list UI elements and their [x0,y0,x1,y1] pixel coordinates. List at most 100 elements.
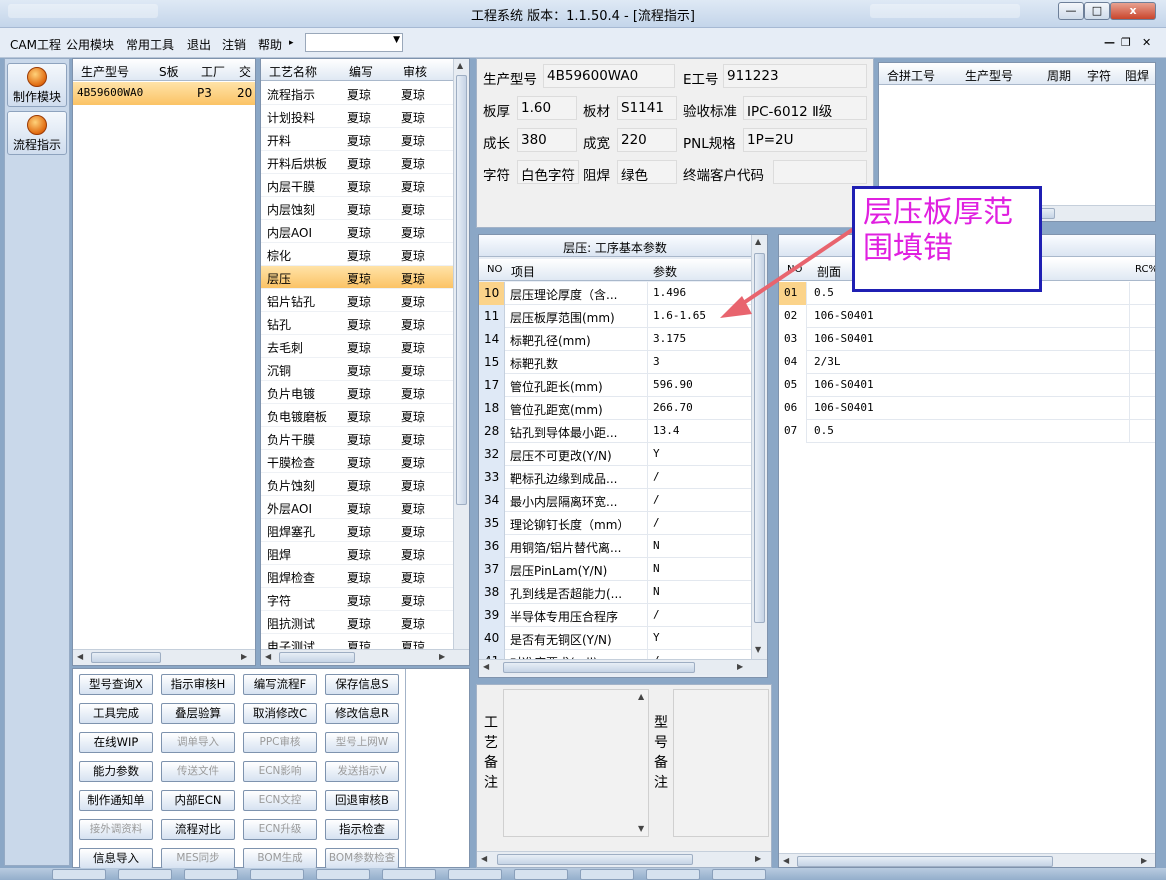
process-note-field[interactable]: ▲ ▼ [503,689,649,837]
process-row[interactable]: 字符 夏琼 夏琼 [261,588,453,611]
process-row[interactable]: 开料 夏琼 夏琼 [261,128,453,151]
action-button[interactable]: 内部ECN [161,790,235,811]
stackup-col-rc[interactable]: RC% [1135,264,1155,275]
process-row[interactable]: 干膜检查 夏琼 夏琼 [261,450,453,473]
scroll-right-icon[interactable]: ▶ [737,662,743,671]
param-row[interactable]: 28 钻孔到导体最小距... 13.4 [479,420,751,443]
menu-public[interactable]: 公用模块 [66,36,114,53]
param-row[interactable]: 34 最小内层隔离环宽... / [479,489,751,512]
param-value[interactable]: / [653,493,660,506]
action-button[interactable]: MES同步 [161,848,235,869]
param-row[interactable]: 11 层压板厚范围(mm) 1.6-1.65 [479,305,751,328]
merge-col-cycle[interactable]: 周期 [1047,67,1071,84]
param-value[interactable]: / [653,470,660,483]
action-button[interactable]: 保存信息S [325,674,399,695]
taskbar-item[interactable] [184,869,238,880]
scroll-down-icon[interactable]: ▼ [755,645,761,654]
action-button[interactable]: 编写流程F [243,674,317,695]
length-field[interactable]: 380 [517,128,577,152]
process-col-name[interactable]: 工艺名称 [269,63,317,80]
orders-row[interactable]: 4B59600WA0 P3 20 [73,82,255,105]
mdi-restore-button[interactable]: ❐ [1121,36,1131,49]
action-button[interactable]: BOM参数检查 [325,848,399,869]
action-button[interactable]: 在线WIP [79,732,153,753]
taskbar-item[interactable] [646,869,700,880]
customer-code-field[interactable] [773,160,867,184]
flow-indicator-button[interactable]: 流程指示 [7,111,67,155]
stackup-hscroll-thumb[interactable] [797,856,1053,867]
process-row[interactable]: 开料后烘板 夏琼 夏琼 [261,151,453,174]
action-button[interactable]: 流程对比 [161,819,235,840]
action-button[interactable]: BOM生成 [243,848,317,869]
process-row[interactable]: 去毛刺 夏琼 夏琼 [261,335,453,358]
process-col-reviewer[interactable]: 审核 [403,63,427,80]
action-button[interactable]: 修改信息R [325,703,399,724]
stackup-row[interactable]: 06 106-S0401 [779,397,1155,420]
param-row[interactable]: 33 靶标孔边缘到成品... / [479,466,751,489]
param-value[interactable]: 13.4 [653,424,680,437]
scroll-right-icon[interactable]: ▶ [755,854,761,863]
orders-hscroll-thumb[interactable] [91,652,161,663]
make-module-button[interactable]: 制作模块 [7,63,67,107]
model-field[interactable]: 4B59600WA0 [543,64,675,88]
process-hscroll-thumb[interactable] [279,652,355,663]
params-hscroll-thumb[interactable] [503,662,695,673]
toolbar-combo[interactable]: ▼ [305,33,403,52]
taskbar-item[interactable] [382,869,436,880]
scroll-up-icon[interactable]: ▲ [457,61,463,70]
process-row[interactable]: 负片蚀刻 夏琼 夏琼 [261,473,453,496]
taskbar-item[interactable] [118,869,172,880]
process-row[interactable]: 外层AOI 夏琼 夏琼 [261,496,453,519]
process-row[interactable]: 阻焊 夏琼 夏琼 [261,542,453,565]
params-col-value[interactable]: 参数 [653,263,677,280]
standard-field[interactable]: IPC-6012 Ⅱ级 [743,96,867,120]
action-button[interactable]: ECN影响 [243,761,317,782]
merge-col-model[interactable]: 生产型号 [965,67,1013,84]
stackup-col-profile[interactable]: 剖面 [817,263,841,280]
param-row[interactable]: 18 管位孔距宽(mm) 266.70 [479,397,751,420]
pnl-field[interactable]: 1P=2U [743,128,867,152]
action-button[interactable]: 信息导入 [79,848,153,869]
merge-col-character[interactable]: 字符 [1087,67,1111,84]
thickness-field[interactable]: 1.60 [517,96,577,120]
param-row[interactable]: 35 理论铆钉长度（mm） / [479,512,751,535]
minimize-button[interactable]: — [1058,2,1084,20]
process-row[interactable]: 负片干膜 夏琼 夏琼 [261,427,453,450]
action-button[interactable]: 叠层验算 [161,703,235,724]
process-row[interactable]: 铝片钻孔 夏琼 夏琼 [261,289,453,312]
orders-hscroll[interactable]: ◀ ▶ [73,649,255,665]
orders-col-due[interactable]: 交 [239,63,251,80]
param-row[interactable]: 14 标靶孔径(mm) 3.175 [479,328,751,351]
process-vscroll-thumb[interactable] [456,75,467,505]
stackup-row[interactable]: 03 106-S0401 [779,328,1155,351]
action-button[interactable]: PPC审核 [243,732,317,753]
mdi-minimize-button[interactable]: — [1104,36,1115,49]
process-hscroll[interactable]: ◀ ▶ [261,649,469,665]
stackup-row[interactable]: 04 2/3L [779,351,1155,374]
action-button[interactable]: 制作通知单 [79,790,153,811]
menu-help[interactable]: 帮助 [258,36,282,53]
params-vscroll[interactable]: ▲ ▼ [751,235,767,661]
orders-col-factory[interactable]: 工厂 [201,63,225,80]
process-row[interactable]: 内层干膜 夏琼 夏琼 [261,174,453,197]
param-value[interactable]: Y [653,447,660,460]
action-button[interactable]: 型号查询X [79,674,153,695]
menu-logout[interactable]: 注销 [222,36,246,53]
param-value[interactable]: N [653,539,660,552]
param-row[interactable]: 39 半导体专用压合程序 / [479,604,751,627]
scroll-left-icon[interactable]: ◀ [783,856,789,865]
process-row[interactable]: 负片电镀 夏琼 夏琼 [261,381,453,404]
param-value[interactable]: Y [653,631,660,644]
menu-exit[interactable]: 退出 [187,36,211,53]
param-row[interactable]: 17 管位孔距长(mm) 596.90 [479,374,751,397]
action-button[interactable]: ECN文控 [243,790,317,811]
width-field[interactable]: 220 [617,128,677,152]
scroll-right-icon[interactable]: ▶ [241,652,247,661]
taskbar-item[interactable] [316,869,370,880]
process-row[interactable]: 钻孔 夏琼 夏琼 [261,312,453,335]
process-vscroll[interactable]: ▲ [453,59,469,649]
scroll-right-icon[interactable]: ▶ [1141,856,1147,865]
action-button[interactable]: 传送文件 [161,761,235,782]
action-button[interactable]: 调单导入 [161,732,235,753]
process-row[interactable]: 沉铜 夏琼 夏琼 [261,358,453,381]
